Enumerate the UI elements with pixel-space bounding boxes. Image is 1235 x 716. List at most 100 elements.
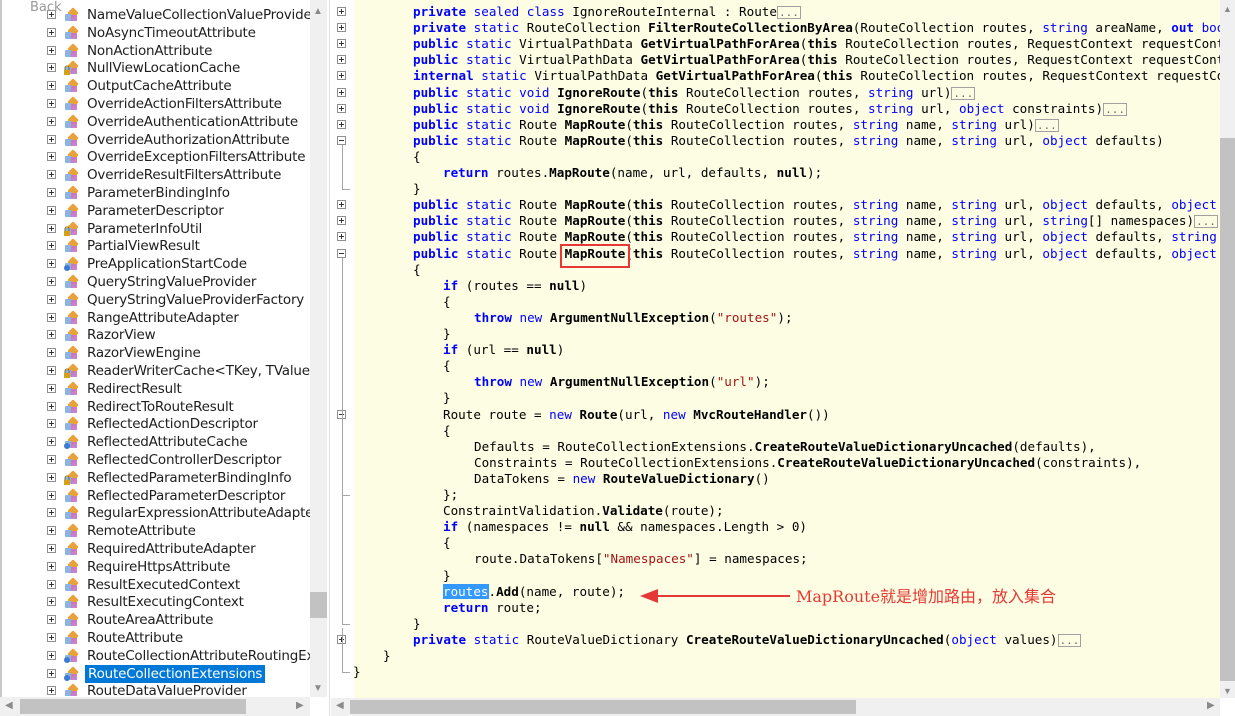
code-token: name, <box>898 132 952 148</box>
code-token: ()) <box>807 406 830 422</box>
code-token: url, <box>996 213 1043 229</box>
code-line[interactable]: { <box>413 149 421 165</box>
collapsed-region-button[interactable]: ... <box>1194 215 1218 229</box>
code-line[interactable]: } <box>413 616 421 632</box>
code-line[interactable]: ConstraintValidation.Validate(route); <box>443 503 724 519</box>
code-token: RouteCollection routes, <box>663 132 853 148</box>
code-token: url, <box>996 229 1043 245</box>
collapsed-region-button[interactable]: ... <box>1057 633 1082 647</box>
code-line[interactable]: private static RouteValueDictionary Crea… <box>413 632 1082 648</box>
code-line[interactable]: } <box>353 664 361 680</box>
scroll-down-arrow-icon[interactable]: ▼ <box>1223 686 1232 696</box>
scroll-left-arrow-icon[interactable]: ◀ <box>5 700 13 711</box>
collapsed-region-button[interactable]: ... <box>1103 102 1127 116</box>
code-vertical-scroll-thumb[interactable] <box>1220 138 1235 681</box>
code-line[interactable]: public static void IgnoreRoute(this Rout… <box>413 101 1127 117</box>
code-line[interactable]: route.DataTokens["Namespaces"] = namespa… <box>474 551 808 567</box>
code-token: "url" <box>716 374 755 390</box>
code-token: ); <box>807 165 823 180</box>
scroll-left-arrow-icon[interactable]: ◀ <box>336 700 344 711</box>
code-line[interactable]: { <box>443 294 451 310</box>
scroll-right-arrow-icon[interactable]: ▶ <box>1207 700 1215 711</box>
code-line[interactable]: { <box>443 535 451 551</box>
code-token: string <box>852 245 899 261</box>
collapsed-region-button[interactable]: ... <box>1034 118 1059 132</box>
code-line[interactable]: public static Route MapRoute(this RouteC… <box>413 197 1217 213</box>
code-line[interactable]: public static Route MapRoute(this RouteC… <box>413 213 1218 229</box>
code-token: RouteCollection routes, <box>663 213 853 229</box>
code-token: defaults, <box>1087 245 1172 261</box>
code-line[interactable]: private static RouteCollection FilterRou… <box>413 20 1220 36</box>
code-token: DataTokens = <box>474 470 573 486</box>
code-line[interactable]: Defaults = RouteCollectionExtensions.Cre… <box>474 439 1096 455</box>
code-token: this <box>632 132 664 148</box>
code-line[interactable]: } <box>443 568 451 584</box>
code-line[interactable]: throw new ArgumentNullException("url"); <box>474 374 770 390</box>
code-line[interactable]: } <box>413 181 421 197</box>
code-token: this <box>648 100 679 116</box>
code-line[interactable]: public static VirtualPathData GetVirtual… <box>413 36 1220 52</box>
code-token: ConstraintValidation. <box>443 503 603 519</box>
code-token: ( <box>709 374 717 390</box>
code-line[interactable]: if (routes == null) <box>443 278 587 294</box>
code-token: name, <box>898 245 952 261</box>
code-token: Route <box>511 132 565 148</box>
code-token: } <box>443 326 451 341</box>
code-line[interactable]: } <box>443 390 451 406</box>
code-token: object <box>1042 197 1088 213</box>
code-token: private <box>413 4 467 19</box>
code-token: RouteCollection routes, <box>663 229 853 245</box>
code-line[interactable]: private sealed class IgnoreRouteInternal… <box>413 4 801 20</box>
code-token: (RouteCollection routes, <box>852 20 1043 36</box>
code-line[interactable]: public static VirtualPathData GetVirtual… <box>413 52 1220 68</box>
code-line[interactable]: if (url == null) <box>443 342 564 358</box>
code-token: CreateRouteValueDictionaryUncached <box>754 438 1013 454</box>
scroll-up-arrow-icon[interactable]: ▲ <box>1223 4 1232 14</box>
code-line[interactable]: if (namespaces != null && namespaces.Len… <box>443 519 807 535</box>
code-line[interactable]: }; <box>443 487 458 503</box>
code-line[interactable]: return route; <box>443 600 542 616</box>
code-token: if <box>443 519 459 535</box>
code-line[interactable]: } <box>383 648 391 664</box>
code-horizontal-scroll-thumb[interactable] <box>350 700 856 714</box>
code-token: string <box>852 213 899 229</box>
code-line[interactable]: Route route = new Route(url, new MvcRout… <box>443 407 830 423</box>
code-line[interactable]: public static Route MapRoute(this RouteC… <box>413 229 1217 245</box>
code-token: ( <box>625 213 633 229</box>
scroll-right-arrow-icon[interactable]: ▶ <box>296 700 304 711</box>
code-token: MvcRouteHandler <box>693 406 807 422</box>
code-token: (namespaces != <box>458 519 580 535</box>
code-token: public <box>413 245 459 261</box>
code-token: (routes == <box>458 277 550 293</box>
collapsed-region-button[interactable]: ... <box>951 86 976 100</box>
tree-horizontal-scroll-thumb[interactable] <box>20 699 246 714</box>
code-token: Validate <box>602 503 663 519</box>
code-line[interactable]: throw new ArgumentNullException("routes"… <box>474 310 793 326</box>
code-line[interactable]: public static void IgnoreRoute(this Rout… <box>413 84 976 101</box>
code-line[interactable]: public static Route MapRoute(this RouteC… <box>413 246 1217 262</box>
code-line[interactable]: Constraints = RouteCollectionExtensions.… <box>474 455 1141 471</box>
code-line[interactable]: return routes.MapRoute(name, url, defaul… <box>443 165 822 181</box>
code-line[interactable]: DataTokens = new RouteValueDictionary() <box>474 471 770 487</box>
code-line[interactable]: { <box>413 262 421 278</box>
code-token: (constraints), <box>1035 454 1142 470</box>
code-line[interactable]: } <box>443 326 451 342</box>
highlighted-token: routes <box>443 583 489 599</box>
collapsed-region-button[interactable]: ... <box>776 6 801 19</box>
code-token: (route); <box>662 503 724 519</box>
code-token: Add <box>496 583 519 599</box>
code-line[interactable]: public static Route MapRoute(this RouteC… <box>413 133 1164 149</box>
code-token: routes. <box>488 165 550 180</box>
code-line[interactable]: internal static VirtualPathData GetVirtu… <box>413 68 1220 84</box>
code-token: { <box>443 358 451 374</box>
code-token: { <box>443 535 451 551</box>
code-token: MapRoute <box>549 165 610 180</box>
code-token: string <box>951 197 997 213</box>
code-token: static <box>458 36 512 52</box>
code-token: IgnoreRoute <box>557 84 641 100</box>
code-line[interactable]: { <box>443 358 451 374</box>
code-line[interactable]: { <box>443 423 451 439</box>
code-line[interactable]: routes.Add(name, route); <box>443 583 625 600</box>
code-line[interactable]: public static Route MapRoute(this RouteC… <box>413 117 1059 133</box>
